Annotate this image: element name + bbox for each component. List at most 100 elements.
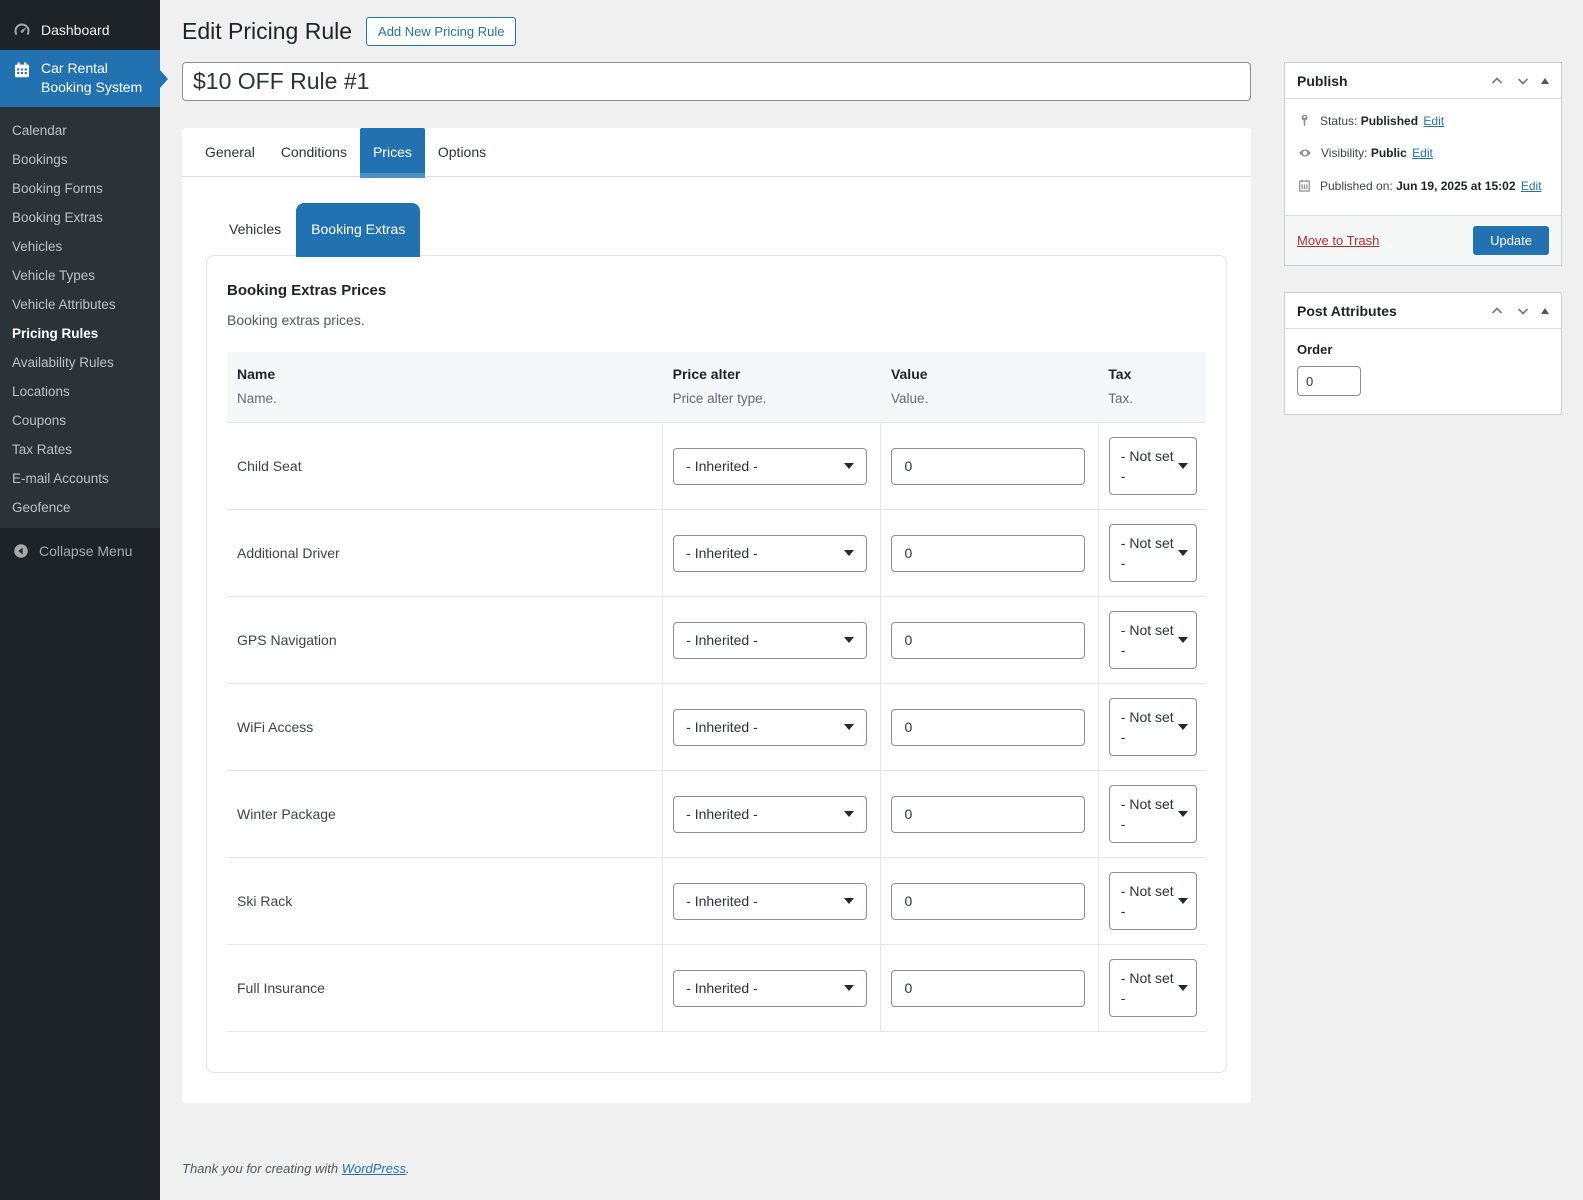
update-button[interactable]: Update [1473,226,1549,255]
page-title: Edit Pricing Rule [182,18,353,44]
sidebar-item-booking-extras[interactable]: Booking Extras [0,203,160,232]
column-header-tax: Tax Tax. [1098,352,1206,423]
move-to-trash-link[interactable]: Move to Trash [1297,233,1379,248]
dropdown-caret-icon [1177,463,1188,469]
sidebar-item-calendar[interactable]: Calendar [0,116,160,145]
dropdown-caret-icon [1177,898,1188,904]
edit-visibility-link[interactable]: Edit [1412,146,1433,160]
tax-select[interactable]: - Not set - [1108,959,1197,1017]
visibility-text: Visibility: Public Edit [1321,146,1433,160]
price-alter-select[interactable]: - Inherited - [673,447,868,485]
toggle-panel-button[interactable] [1541,307,1549,314]
value-input[interactable] [891,969,1086,1007]
table-body: Child Seat- Inherited -- Not set -Additi… [227,422,1206,1032]
tab-general[interactable]: General [192,128,268,177]
tax-select[interactable]: - Not set - [1108,698,1197,756]
tax-select[interactable]: - Not set - [1108,611,1197,669]
status-row: Status: Published Edit [1297,114,1549,131]
tax-select[interactable]: - Not set - [1108,524,1197,582]
table-row-ski-rack: Ski Rack - Inherited - - Not set - [227,857,1206,945]
post-attributes-box: Post Attributes Order [1284,292,1562,415]
subtab-vehicles[interactable]: Vehicles [214,203,296,255]
toggle-panel-button[interactable] [1541,77,1549,84]
value-input[interactable] [891,708,1086,746]
add-new-pricing-rule-button[interactable]: Add New Pricing Rule [366,17,517,46]
move-down-button[interactable] [1515,73,1531,89]
extra-name: Winter Package [227,770,663,858]
tab-options[interactable]: Options [425,128,499,177]
table-row-gps-navigation: GPS Navigation - Inherited - - Not set - [227,596,1206,684]
order-input[interactable] [1297,366,1361,396]
value-input[interactable] [891,882,1086,920]
price-alter-select[interactable]: - Inherited - [673,708,868,746]
value-input[interactable] [891,534,1086,572]
subtab-booking-extras[interactable]: Booking Extras [296,203,421,257]
sidebar-item-pricing-rules[interactable]: Pricing Rules [0,319,160,348]
dropdown-caret-icon [1177,985,1188,991]
tax-value: - Not set - [1120,796,1174,832]
sidebar-item-tax-rates[interactable]: Tax Rates [0,435,160,464]
publish-box-header: Publish [1285,63,1561,99]
table-header-row: Name Name. Price alter Price alter type. Val… [227,352,1206,423]
sidebar-item-e-mail-accounts[interactable]: E-mail Accounts [0,464,160,493]
tax-value: - Not set - [1120,535,1174,571]
tax-value: - Not set - [1120,883,1174,919]
tab-conditions[interactable]: Conditions [268,128,360,177]
post-attributes-body: Order [1285,329,1561,414]
dropdown-caret-icon [1177,550,1188,556]
tax-select[interactable]: - Not set - [1108,785,1197,843]
price-alter-select[interactable]: - Inherited - [673,621,868,659]
status-text: Status: Published Edit [1320,114,1445,128]
sidebar-item-dashboard[interactable]: Dashboard [0,10,160,50]
value-input[interactable] [891,621,1086,659]
sidebar-item-coupons[interactable]: Coupons [0,406,160,435]
tax-select[interactable]: - Not set - [1108,437,1197,495]
publish-box-body: Status: Published Edit Visibility: Publi… [1285,99,1561,215]
sidebar-item-car-rental-booking-system[interactable]: Car Rental Booking System [0,50,168,107]
move-up-button[interactable] [1489,303,1505,319]
sidebar-item-vehicle-attributes[interactable]: Vehicle Attributes [0,290,160,319]
value-input[interactable] [891,795,1086,833]
value-input[interactable] [891,447,1086,485]
price-alter-select[interactable]: - Inherited - [673,969,868,1007]
price-alter-select[interactable]: - Inherited - [673,882,868,920]
column-label: Tax [1108,366,1132,382]
sidebar-item-vehicles[interactable]: Vehicles [0,232,160,261]
rule-title-input[interactable] [182,62,1251,101]
tab-prices[interactable]: Prices [359,128,425,178]
published-on-text: Published on: Jun 19, 2025 at 15:02 Edit [1320,179,1542,193]
tax-value: - Not set - [1120,709,1174,745]
dropdown-caret-icon [844,463,855,469]
sidebar-item-availability-rules[interactable]: Availability Rules [0,348,160,377]
tax-select[interactable]: - Not set - [1108,872,1197,930]
booking-extras-table: Name Name. Price alter Price alter type. Val… [227,352,1206,1032]
move-up-button[interactable] [1489,73,1505,89]
price-alter-select[interactable]: - Inherited - [673,534,868,572]
edit-status-link[interactable]: Edit [1423,114,1444,128]
column-header-price-alter: Price alter Price alter type. [662,352,881,423]
sidebar-item-vehicle-types[interactable]: Vehicle Types [0,261,160,290]
pin-icon [1297,113,1312,131]
sidebar-item-booking-forms[interactable]: Booking Forms [0,174,160,203]
collapse-menu-button[interactable]: Collapse Menu [0,532,160,570]
tabs-row: General Conditions Prices Options [182,128,1251,178]
publish-box-title: Publish [1297,72,1348,89]
tax-value: - Not set - [1120,622,1174,658]
sidebar-item-geofence[interactable]: Geofence [0,493,160,522]
sidebar-item-locations[interactable]: Locations [0,377,160,406]
dropdown-caret-icon [1177,724,1188,730]
calendar-icon [1297,178,1312,196]
sidebar-item-bookings[interactable]: Bookings [0,145,160,174]
price-alter-select[interactable]: - Inherited - [673,795,868,833]
price-alter-value: - Inherited - [686,718,758,735]
column-sublabel: Price alter type. [672,391,767,406]
dropdown-caret-icon [844,898,855,904]
wordpress-link[interactable]: WordPress [342,1161,406,1176]
column-label: Value [890,366,928,382]
collapse-menu-label: Collapse Menu [39,543,133,559]
publish-box: Publish Status: Published Edit Visibilit… [1284,62,1562,266]
move-down-button[interactable] [1515,303,1531,319]
publish-handle-actions [1489,73,1549,89]
edit-published-on-link[interactable]: Edit [1521,179,1542,193]
price-alter-value: - Inherited - [686,457,758,474]
